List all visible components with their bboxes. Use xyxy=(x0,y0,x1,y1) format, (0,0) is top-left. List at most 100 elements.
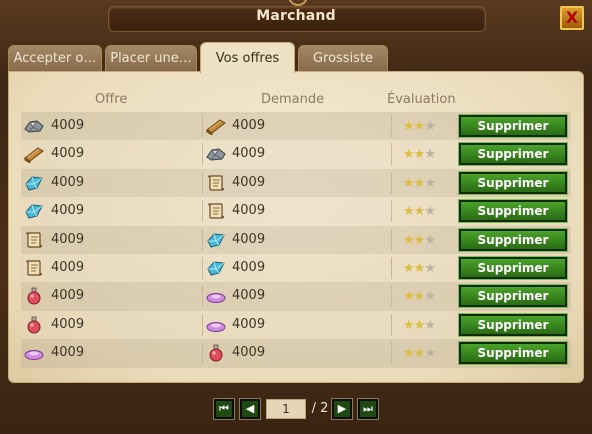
scroll-icon xyxy=(23,231,45,249)
demand-amount: 4009 xyxy=(232,118,266,133)
first-page-button[interactable]: ⏮ xyxy=(213,398,235,420)
demand-amount: 4009 xyxy=(232,203,266,219)
offers-list: 4009 4009 ★★★ Supprimer 4009 4009 ★★★ Supprimer… xyxy=(21,112,571,368)
demand-amount: 4009 xyxy=(232,174,266,190)
offer-row: 4009 4009 ★★★ Supprimer xyxy=(21,168,571,198)
delete-offer-button[interactable]: Supprimer xyxy=(458,170,568,195)
rating-stars: ★★★ xyxy=(403,147,436,163)
star-empty-icon: ★ xyxy=(424,175,436,191)
rating-stars: ★★★ xyxy=(403,175,436,191)
star-filled-icon: ★ xyxy=(403,232,415,248)
star-filled-icon: ★ xyxy=(413,289,426,305)
column-divider xyxy=(391,285,392,308)
close-button[interactable]: X xyxy=(560,6,584,30)
column-divider xyxy=(202,313,203,336)
column-divider xyxy=(391,200,392,223)
column-divider xyxy=(202,342,203,365)
tab-accept-offer[interactable]: Accepter o… xyxy=(8,45,102,72)
scroll-icon xyxy=(23,259,45,277)
blue-crystal-icon xyxy=(23,174,45,192)
star-filled-icon: ★ xyxy=(413,260,426,276)
column-header-offer: Offre xyxy=(95,92,128,107)
silver-ore-icon xyxy=(205,145,227,163)
column-divider xyxy=(202,143,203,166)
offer-amount: 4009 xyxy=(51,118,85,133)
demand-amount: 4009 xyxy=(232,345,266,361)
delete-offer-button[interactable]: Supprimer xyxy=(458,284,568,309)
delete-offer-button[interactable]: Supprimer xyxy=(458,312,568,337)
star-filled-icon: ★ xyxy=(403,147,415,163)
star-filled-icon: ★ xyxy=(403,204,415,220)
wood-plank-icon xyxy=(23,145,45,165)
demand-amount: 4009 xyxy=(232,146,266,162)
offer-row: 4009 4009 ★★★ Supprimer xyxy=(21,140,571,169)
delete-offer-button[interactable]: Supprimer xyxy=(458,341,568,366)
offer-amount: 4009 xyxy=(51,288,85,304)
rating-stars: ★★★ xyxy=(403,317,436,333)
star-filled-icon: ★ xyxy=(413,119,426,134)
delete-offer-button[interactable]: Supprimer xyxy=(458,255,568,280)
next-page-button[interactable]: ▶ xyxy=(331,398,353,420)
column-divider xyxy=(391,342,392,365)
delete-offer-button[interactable]: Supprimer xyxy=(458,114,568,138)
star-filled-icon: ★ xyxy=(413,204,426,220)
column-divider xyxy=(391,313,392,336)
tab-your-offers[interactable]: Vos offres xyxy=(200,42,295,73)
star-filled-icon: ★ xyxy=(413,346,426,362)
delete-offer-button[interactable]: Supprimer xyxy=(458,199,568,224)
red-potion-icon xyxy=(23,316,45,334)
star-empty-icon: ★ xyxy=(424,289,436,305)
column-divider xyxy=(202,171,203,194)
tab-place-offer[interactable]: Placer une… xyxy=(105,45,197,72)
star-filled-icon: ★ xyxy=(413,147,426,163)
offer-row: 4009 4009 ★★★ Supprimer xyxy=(21,112,571,141)
offer-row: 4009 4009 ★★★ Supprimer xyxy=(21,197,571,226)
column-divider xyxy=(202,115,203,137)
star-empty-icon: ★ xyxy=(424,346,436,362)
column-divider xyxy=(202,256,203,279)
pink-gem-icon xyxy=(23,344,45,362)
column-divider xyxy=(202,285,203,308)
column-header-rating: Évaluation xyxy=(387,92,456,107)
previous-page-button[interactable]: ◀ xyxy=(239,398,261,420)
window-title: Marchand xyxy=(256,8,336,24)
scroll-icon xyxy=(205,174,227,192)
column-divider xyxy=(391,228,392,251)
demand-amount: 4009 xyxy=(232,316,266,332)
star-empty-icon: ★ xyxy=(424,260,436,276)
tab-wholesaler[interactable]: Grossiste xyxy=(298,45,388,72)
rating-stars: ★★★ xyxy=(403,232,436,248)
column-header-demand: Demande xyxy=(261,92,325,107)
pink-gem-icon xyxy=(205,287,227,305)
star-empty-icon: ★ xyxy=(424,119,436,134)
star-empty-icon: ★ xyxy=(424,232,436,248)
offer-row: 4009 4009 ★★★ Supprimer xyxy=(21,282,571,311)
red-potion-icon xyxy=(23,287,45,305)
silver-ore-icon xyxy=(23,117,45,135)
offer-amount: 4009 xyxy=(51,259,85,275)
offer-amount: 4009 xyxy=(51,146,85,162)
merchant-window: Marchand X Accepter o… Placer une… Vos o… xyxy=(0,0,592,434)
offer-amount: 4009 xyxy=(51,231,85,247)
rating-stars: ★★★ xyxy=(403,289,436,305)
last-page-button[interactable]: ⏭ xyxy=(357,398,379,420)
page-number-input[interactable]: 1 xyxy=(266,399,306,419)
rating-stars: ★★★ xyxy=(403,346,436,362)
demand-amount: 4009 xyxy=(232,288,266,304)
blue-crystal-icon xyxy=(205,259,227,277)
delete-offer-button[interactable]: Supprimer xyxy=(458,227,568,252)
offer-row: 4009 4009 ★★★ Supprimer xyxy=(21,253,571,283)
rating-stars: ★★★ xyxy=(403,204,436,220)
star-filled-icon: ★ xyxy=(413,175,426,191)
scroll-icon xyxy=(205,202,227,220)
column-divider xyxy=(391,171,392,194)
pink-gem-icon xyxy=(205,316,227,334)
offer-row: 4009 4009 ★★★ Supprimer xyxy=(21,339,571,368)
star-empty-icon: ★ xyxy=(424,204,436,220)
star-filled-icon: ★ xyxy=(403,260,415,276)
star-filled-icon: ★ xyxy=(413,317,426,333)
offer-row: 4009 4009 ★★★ Supprimer xyxy=(21,225,571,254)
delete-offer-button[interactable]: Supprimer xyxy=(458,142,568,167)
star-empty-icon: ★ xyxy=(424,147,436,163)
offers-panel: Offre Demande Évaluation 4009 4009 ★★★ Supp… xyxy=(8,71,584,383)
